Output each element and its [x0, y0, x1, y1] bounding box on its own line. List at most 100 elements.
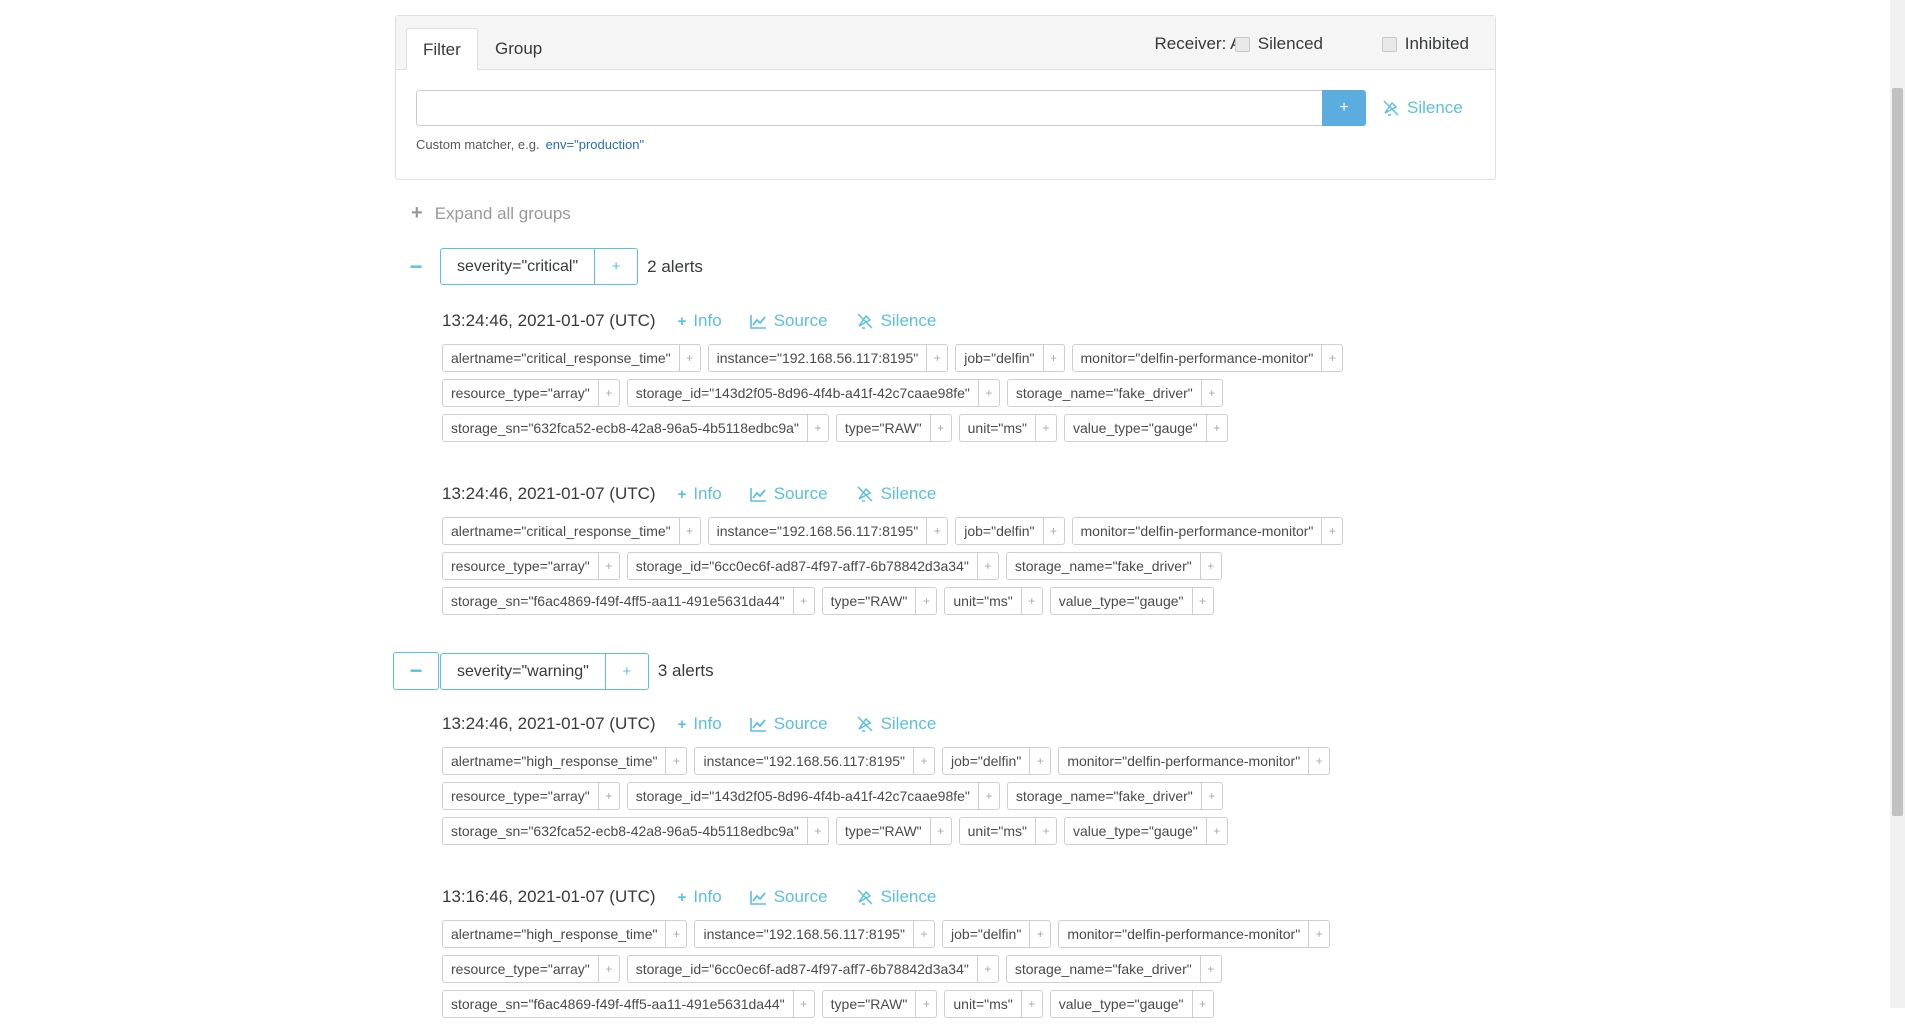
alert-label[interactable]: type="RAW" +: [835, 817, 952, 845]
label-text[interactable]: job="delfin": [942, 920, 1031, 948]
checkbox-box[interactable]: [1234, 36, 1250, 52]
label-add-button[interactable]: +: [930, 414, 952, 442]
label-add-button[interactable]: +: [930, 817, 952, 845]
alert-label[interactable]: storage_name="fake_driver" +: [1005, 552, 1222, 580]
alert-label[interactable]: job="delfin" +: [955, 344, 1065, 372]
label-text[interactable]: type="RAW": [821, 990, 917, 1018]
label-add-button[interactable]: +: [1322, 517, 1344, 545]
label-add-button[interactable]: +: [914, 747, 936, 775]
label-text[interactable]: type="RAW": [821, 587, 917, 615]
label-text[interactable]: instance="192.168.56.117:8195": [694, 920, 915, 948]
label-add-button[interactable]: +: [1043, 344, 1065, 372]
alert-label[interactable]: job="delfin" +: [942, 920, 1052, 948]
alert-label[interactable]: monitor="delfin-performance-monitor" +: [1058, 920, 1331, 948]
source-link[interactable]: Source: [749, 311, 828, 331]
label-text[interactable]: alertname="critical_response_time": [442, 517, 680, 545]
label-add-button[interactable]: +: [793, 990, 815, 1018]
label-text[interactable]: storage_id="6cc0ec6f-ad87-4f97-aff7-6b78…: [626, 552, 978, 580]
label-text[interactable]: resource_type="array": [442, 552, 599, 580]
alert-label[interactable]: value_type="gauge" +: [1064, 414, 1228, 442]
alert-label[interactable]: storage_name="fake_driver" +: [1005, 955, 1222, 983]
alert-label[interactable]: instance="192.168.56.117:8195" +: [694, 920, 936, 948]
label-add-button[interactable]: +: [978, 379, 1000, 407]
label-text[interactable]: resource_type="array": [442, 782, 599, 810]
alert-label[interactable]: resource_type="array" +: [442, 782, 620, 810]
label-text[interactable]: instance="192.168.56.117:8195": [707, 344, 928, 372]
label-text[interactable]: storage_name="fake_driver": [1005, 552, 1201, 580]
group-add-filter-button[interactable]: +: [605, 652, 649, 690]
label-text[interactable]: storage_id="143d2f05-8d96-4f4b-a41f-42c7…: [626, 379, 979, 407]
label-text[interactable]: value_type="gauge": [1064, 414, 1207, 442]
info-button[interactable]: + Info: [678, 484, 722, 504]
group-label[interactable]: severity="warning": [440, 652, 606, 690]
alert-label[interactable]: storage_sn="f6ac4869-f49f-4ff5-aa11-491e…: [442, 990, 815, 1018]
label-add-button[interactable]: +: [916, 990, 938, 1018]
label-add-button[interactable]: +: [1030, 747, 1052, 775]
label-add-button[interactable]: +: [1030, 920, 1052, 948]
label-text[interactable]: value_type="gauge": [1049, 587, 1193, 615]
alert-label[interactable]: storage_sn="632fca52-ecb8-42a8-96a5-4b51…: [442, 817, 829, 845]
label-text[interactable]: unit="ms": [958, 817, 1036, 845]
alert-label[interactable]: instance="192.168.56.117:8195" +: [707, 517, 949, 545]
label-text[interactable]: value_type="gauge": [1064, 817, 1207, 845]
alert-label[interactable]: resource_type="array" +: [442, 379, 620, 407]
label-add-button[interactable]: +: [1206, 414, 1228, 442]
label-add-button[interactable]: +: [1021, 587, 1043, 615]
alert-label[interactable]: type="RAW" +: [835, 414, 952, 442]
alert-label[interactable]: type="RAW" +: [821, 990, 938, 1018]
label-add-button[interactable]: +: [1201, 782, 1223, 810]
alert-label[interactable]: alertname="critical_response_time" +: [442, 517, 701, 545]
label-text[interactable]: job="delfin": [955, 517, 1044, 545]
alert-label[interactable]: monitor="delfin-performance-monitor" +: [1071, 517, 1344, 545]
add-filter-button[interactable]: +: [1322, 90, 1366, 126]
label-text[interactable]: storage_sn="632fca52-ecb8-42a8-96a5-4b51…: [442, 414, 808, 442]
alert-label[interactable]: storage_id="6cc0ec6f-ad87-4f97-aff7-6b78…: [626, 955, 999, 983]
label-add-button[interactable]: +: [598, 955, 620, 983]
alert-label[interactable]: value_type="gauge" +: [1049, 587, 1214, 615]
label-text[interactable]: storage_name="fake_driver": [1005, 955, 1201, 983]
expand-all-groups[interactable]: + Expand all groups: [411, 202, 571, 225]
alert-label[interactable]: unit="ms" +: [944, 990, 1043, 1018]
label-text[interactable]: job="delfin": [955, 344, 1044, 372]
alert-label[interactable]: value_type="gauge" +: [1049, 990, 1214, 1018]
scrollbar-thumb[interactable]: [1892, 88, 1903, 816]
info-button[interactable]: + Info: [678, 714, 722, 734]
label-add-button[interactable]: +: [1200, 552, 1222, 580]
label-text[interactable]: storage_id="143d2f05-8d96-4f4b-a41f-42c7…: [626, 782, 979, 810]
alert-label[interactable]: instance="192.168.56.117:8195" +: [707, 344, 949, 372]
label-add-button[interactable]: +: [1322, 344, 1344, 372]
alert-label[interactable]: job="delfin" +: [955, 517, 1065, 545]
info-button[interactable]: + Info: [678, 887, 722, 907]
alert-label[interactable]: storage_id="6cc0ec6f-ad87-4f97-aff7-6b78…: [626, 552, 999, 580]
label-add-button[interactable]: +: [1192, 587, 1214, 615]
label-add-button[interactable]: +: [1309, 747, 1331, 775]
label-text[interactable]: alertname="high_response_time": [442, 920, 667, 948]
label-text[interactable]: unit="ms": [944, 587, 1022, 615]
alert-label[interactable]: resource_type="array" +: [442, 955, 620, 983]
source-link[interactable]: Source: [749, 714, 828, 734]
alert-label[interactable]: unit="ms" +: [944, 587, 1043, 615]
scrollbar[interactable]: [1890, 0, 1905, 1008]
alert-label[interactable]: alertname="high_response_time" +: [442, 747, 688, 775]
label-add-button[interactable]: +: [666, 920, 688, 948]
collapse-group-button[interactable]: −: [394, 248, 438, 285]
label-add-button[interactable]: +: [679, 344, 701, 372]
alert-label[interactable]: alertname="high_response_time" +: [442, 920, 688, 948]
label-text[interactable]: unit="ms": [958, 414, 1036, 442]
alert-label[interactable]: storage_sn="632fca52-ecb8-42a8-96a5-4b51…: [442, 414, 829, 442]
collapse-group-button[interactable]: −: [393, 652, 439, 690]
alert-label[interactable]: storage_name="fake_driver" +: [1006, 379, 1223, 407]
alert-label[interactable]: instance="192.168.56.117:8195" +: [694, 747, 936, 775]
label-add-button[interactable]: +: [927, 517, 949, 545]
label-text[interactable]: storage_sn="f6ac4869-f49f-4ff5-aa11-491e…: [442, 587, 794, 615]
hint-example-link[interactable]: env="production": [546, 137, 645, 152]
label-add-button[interactable]: +: [1036, 414, 1057, 442]
label-add-button[interactable]: +: [1036, 817, 1057, 845]
silence-filter-link[interactable]: Silence: [1382, 98, 1463, 118]
label-text[interactable]: type="RAW": [835, 817, 931, 845]
label-add-button[interactable]: +: [793, 587, 815, 615]
label-text[interactable]: alertname="critical_response_time": [442, 344, 680, 372]
label-text[interactable]: storage_name="fake_driver": [1006, 379, 1202, 407]
alert-label[interactable]: storage_name="fake_driver" +: [1006, 782, 1223, 810]
label-text[interactable]: storage_name="fake_driver": [1006, 782, 1202, 810]
